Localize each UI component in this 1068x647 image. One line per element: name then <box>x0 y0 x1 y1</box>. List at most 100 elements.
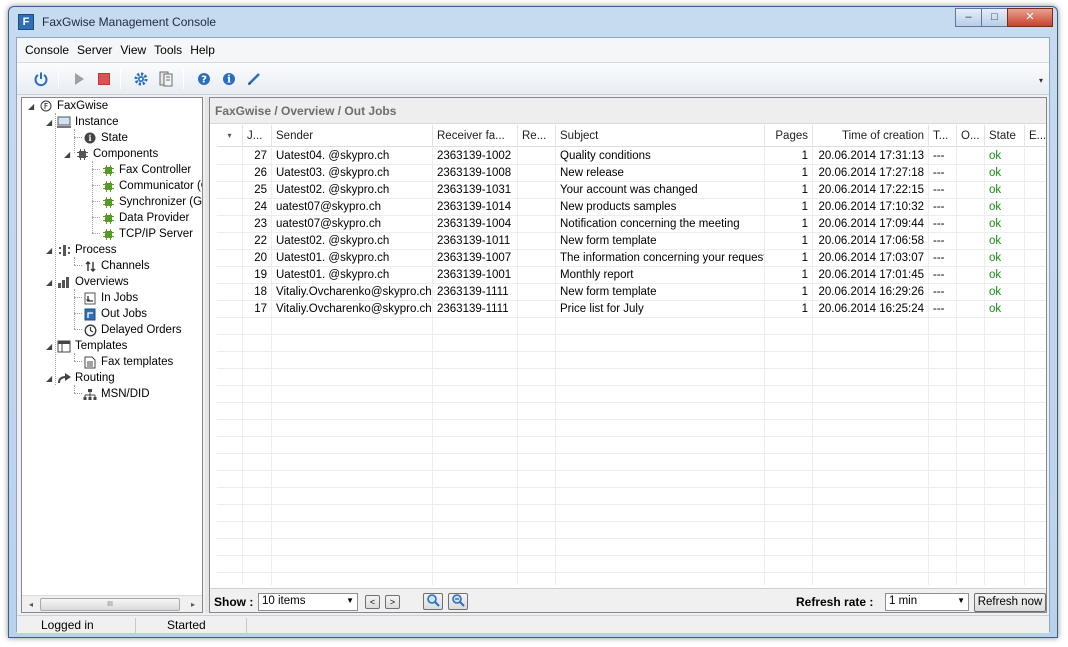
cell-sender: Vitaliy.Ovcharenko@skypro.ch <box>272 301 433 318</box>
cell-state: ok <box>985 267 1025 284</box>
cell-t <box>929 386 957 403</box>
edit-pencil-icon[interactable] <box>244 69 264 89</box>
tree-item-overviews[interactable]: ◢ Overviews <box>46 274 129 290</box>
tree-item-tcpip-server[interactable]: TCP/IP Server <box>100 226 193 242</box>
tree-item-msn-did[interactable]: MSN/DID <box>82 386 150 402</box>
tree-item-process[interactable]: ◢ Process <box>46 242 117 258</box>
settings-gear-icon[interactable] <box>131 69 151 89</box>
table-row[interactable]: 22 Uatest02. @skypro.ch 2363139-1011 New fo… <box>217 233 1046 250</box>
green-chip-icon <box>100 179 116 193</box>
tree-item-out-jobs[interactable]: Out Jobs <box>82 306 147 322</box>
table-row[interactable]: 24 uatest07@skypro.ch 2363139-1014 New prod… <box>217 199 1046 216</box>
collapse-arrow-icon[interactable]: ◢ <box>46 246 56 255</box>
cell-state <box>985 539 1025 556</box>
title-bar[interactable]: F FaxGwise Management Console ‒ □ ✕ <box>9 7 1057 37</box>
column-header-receiver-fax[interactable]: Receiver fa... <box>433 125 518 147</box>
table-row[interactable]: 18 Vitaliy.Ovcharenko@skypro.ch 2363139-11… <box>217 284 1046 301</box>
table-row[interactable]: 25 Uatest02. @skypro.ch 2363139-1031 Your a… <box>217 182 1046 199</box>
scroll-right-icon[interactable]: ▸ <box>186 598 200 611</box>
collapse-arrow-icon[interactable]: ◢ <box>46 118 56 127</box>
table-row[interactable]: 23 uatest07@skypro.ch 2363139-1004 Notifica… <box>217 216 1046 233</box>
collapse-arrow-icon[interactable]: ◢ <box>64 150 74 159</box>
collapse-arrow-icon[interactable]: ◢ <box>46 342 56 351</box>
column-header-state[interactable]: State <box>985 125 1025 147</box>
column-header-subject[interactable]: Subject <box>556 125 765 147</box>
play-icon[interactable] <box>69 69 89 89</box>
cell-pages <box>765 505 813 522</box>
cell-pages: 1 <box>765 148 813 165</box>
row-spacer <box>217 352 243 369</box>
tree-item-faxgwise[interactable]: ◢ F FaxGwise <box>28 98 108 114</box>
table-row[interactable]: 17 Vitaliy.Ovcharenko@skypro.ch 2363139-11… <box>217 301 1046 318</box>
server-icon[interactable] <box>156 69 176 89</box>
collapse-arrow-icon[interactable]: ◢ <box>28 102 38 111</box>
close-button[interactable]: ✕ <box>1007 8 1053 27</box>
menu-server[interactable]: Server <box>73 41 116 59</box>
tree-item-in-jobs[interactable]: In Jobs <box>82 290 138 306</box>
cell-subject <box>556 369 765 386</box>
refresh-now-button[interactable]: Refresh now <box>974 593 1046 612</box>
table-row[interactable]: 27 Uatest04. @skypro.ch 2363139-1002 Qualit… <box>217 148 1046 165</box>
tree-item-components[interactable]: ◢ Components <box>64 146 158 162</box>
cell-pages <box>765 369 813 386</box>
table-row[interactable]: 26 Uatest03. @skypro.ch 2363139-1008 New re… <box>217 165 1046 182</box>
tree-item-data-provider[interactable]: Data Provider <box>100 210 189 226</box>
table-row[interactable]: 20 Uatest01. @skypro.ch 2363139-1007 The in… <box>217 250 1046 267</box>
info-icon[interactable]: i <box>219 69 239 89</box>
column-header-pages[interactable]: Pages <box>765 125 813 147</box>
menu-view[interactable]: View <box>116 41 150 59</box>
column-header-e[interactable]: E... <box>1025 125 1046 147</box>
maximize-button[interactable]: □ <box>981 8 1008 27</box>
cell-subject <box>556 437 765 454</box>
column-header-o[interactable]: O... <box>957 125 985 147</box>
cell-pages: 1 <box>765 233 813 250</box>
tree-item-channels[interactable]: Channels <box>82 258 150 274</box>
show-items-select[interactable]: 10 items ▼ <box>258 593 358 611</box>
column-header-time-of-creation[interactable]: Time of creation <box>813 125 929 147</box>
menu-console[interactable]: Console <box>21 41 73 59</box>
tree-item-state[interactable]: i State <box>82 130 128 146</box>
cell-sender: Uatest04. @skypro.ch <box>272 148 433 165</box>
tree-item-fax-controller[interactable]: Fax Controller <box>100 162 191 178</box>
stop-icon[interactable] <box>94 69 114 89</box>
minimize-button[interactable]: ‒ <box>955 8 982 27</box>
row-spacer <box>217 335 243 352</box>
cell-t: --- <box>929 199 957 216</box>
help-icon[interactable]: ? <box>194 69 214 89</box>
collapse-arrow-icon[interactable]: ◢ <box>46 374 56 383</box>
tree-item-delayed-orders[interactable]: Delayed Orders <box>82 322 182 338</box>
tree-item-fax-templates[interactable]: Fax templates <box>82 354 173 370</box>
tree-item-communicator[interactable]: Communicator (G <box>100 178 202 194</box>
collapse-arrow-icon[interactable]: ◢ <box>46 278 56 287</box>
tree-item-synchronizer[interactable]: Synchronizer (Gr <box>100 194 202 210</box>
cell-time-of-creation <box>813 573 929 585</box>
refresh-rate-select[interactable]: 1 min ▼ <box>885 593 969 611</box>
menu-help[interactable]: Help <box>186 41 219 59</box>
column-header-t[interactable]: T... <box>929 125 957 147</box>
tree-horizontal-scrollbar[interactable]: ◂ III ▸ <box>22 595 202 612</box>
cell-job-id <box>243 369 272 386</box>
toolbar-overflow-icon[interactable]: ▾ <box>1039 76 1043 85</box>
table-row[interactable]: 19 Uatest01. @skypro.ch 2363139-1001 Monthl… <box>217 267 1046 284</box>
tree-item-routing[interactable]: ◢ Routing <box>46 370 115 386</box>
zoom-in-button[interactable] <box>423 593 443 610</box>
zoom-out-button[interactable] <box>448 593 468 610</box>
tree-item-instance[interactable]: ◢ Instance <box>46 114 118 130</box>
scrollbar-thumb[interactable]: III <box>40 598 180 611</box>
cell-pages <box>765 471 813 488</box>
sort-indicator-icon[interactable]: ▾ <box>217 125 243 147</box>
column-header-receiver[interactable]: Re... <box>518 125 556 147</box>
column-header-sender[interactable]: Sender <box>272 125 433 147</box>
previous-page-button[interactable]: < <box>365 595 380 609</box>
scroll-left-icon[interactable]: ◂ <box>24 598 38 611</box>
next-page-button[interactable]: > <box>385 595 400 609</box>
tree-item-templates[interactable]: ◢ Templates <box>46 338 127 354</box>
cell-state: ok <box>985 301 1025 318</box>
tree-label: Delayed Orders <box>101 324 182 336</box>
routing-arrow-icon <box>56 371 72 385</box>
menu-tools[interactable]: Tools <box>150 41 186 59</box>
column-header-job-id[interactable]: J... <box>243 125 272 147</box>
cell-time-of-creation: 20.06.2014 16:25:24 <box>813 301 929 318</box>
power-icon[interactable] <box>31 69 51 89</box>
network-icon <box>82 387 98 401</box>
